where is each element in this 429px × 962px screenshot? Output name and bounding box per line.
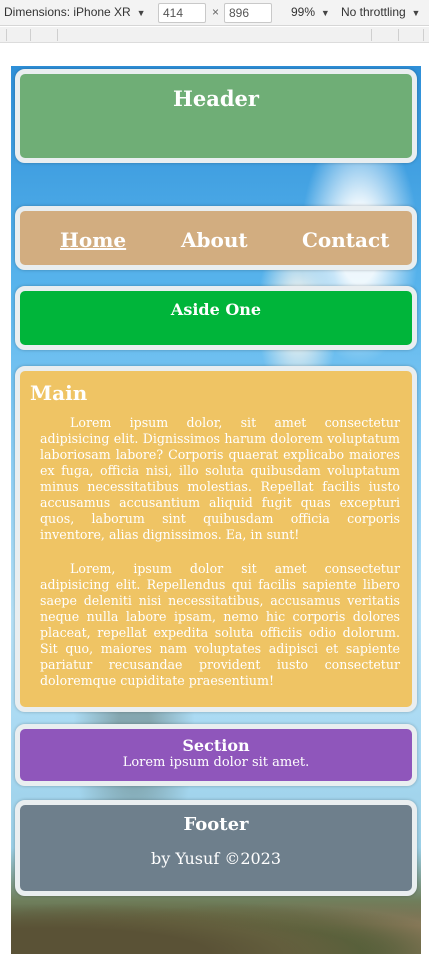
device-dimensions-dropdown[interactable]: Dimensions: iPhone XR ▼ [4, 5, 146, 19]
nav-card: Home About Contact [15, 206, 417, 270]
viewport-width-input[interactable] [158, 3, 206, 23]
times-icon: × [212, 5, 220, 19]
viewport-height-input[interactable] [224, 3, 272, 23]
footer-title: Footer [183, 814, 249, 835]
footer-credit: by Yusuf ©2023 [150, 849, 282, 868]
chevron-down-icon: ▼ [318, 8, 330, 18]
zoom-dropdown[interactable]: 99% ▼ [291, 5, 330, 19]
aside-title: Aside One [170, 300, 262, 319]
header-card: Header [15, 69, 417, 163]
main-paragraph: Lorem ipsum dolor, sit amet consectetur … [40, 415, 400, 542]
zoom-value: 99% [291, 5, 316, 19]
nav-link-about[interactable]: About [181, 228, 248, 252]
header-title: Header [173, 86, 259, 111]
footer-card: Footer by Yusuf ©2023 [15, 800, 417, 896]
device-dimensions-label: Dimensions: iPhone XR [4, 5, 131, 19]
section-title: Section [182, 736, 250, 755]
aside-card: Aside One [15, 286, 417, 350]
section-card: Section Lorem ipsum dolor sit amet. [15, 724, 417, 786]
background-image-treeline [11, 894, 421, 954]
devtools-device-toolbar: Dimensions: iPhone XR ▼ × 99% ▼ No throt… [0, 0, 429, 26]
chevron-down-icon: ▼ [409, 8, 421, 18]
media-query-ruler[interactable] [0, 27, 429, 43]
page-viewport: Header Home About Contact Aside One Main… [11, 66, 421, 954]
main-title: Main [30, 381, 88, 405]
nav-link-home[interactable]: Home [60, 228, 126, 252]
main-paragraph: Lorem, ipsum dolor sit amet consectetur … [40, 561, 400, 688]
throttling-dropdown[interactable]: No throttling ▼ [341, 5, 420, 19]
nav-link-contact[interactable]: Contact [302, 228, 389, 252]
throttling-value: No throttling [341, 5, 406, 19]
main-card: Main Lorem ipsum dolor, sit amet consect… [15, 366, 417, 712]
chevron-down-icon: ▼ [134, 8, 146, 18]
section-text: Lorem ipsum dolor sit amet. [122, 755, 310, 770]
